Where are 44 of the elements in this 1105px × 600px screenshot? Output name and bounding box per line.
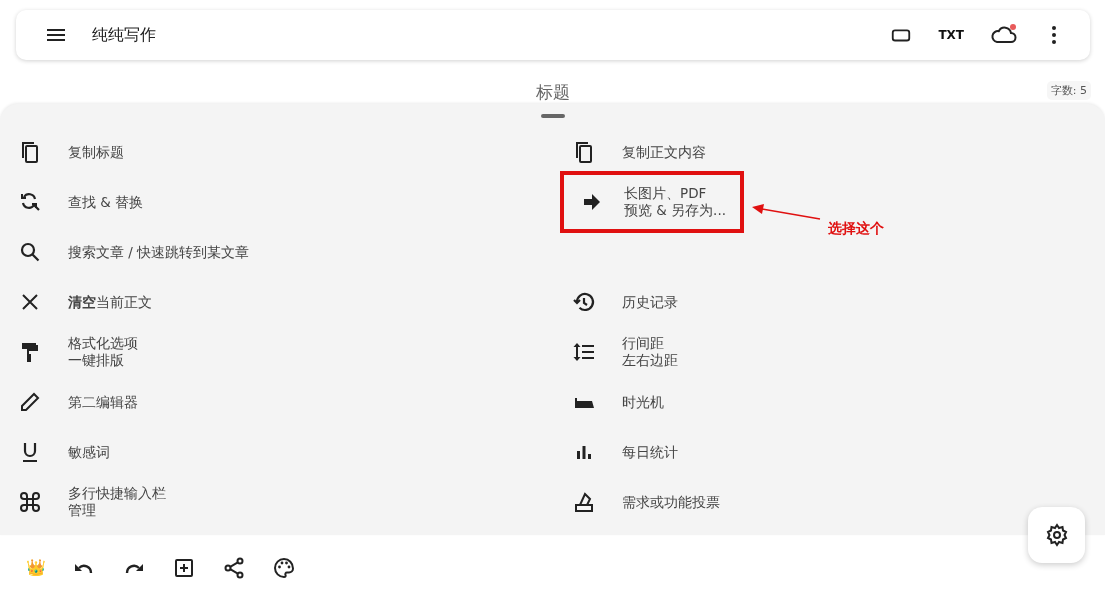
menu-label: 复制标题 (68, 143, 124, 161)
menu-item[interactable]: 多行快捷输入栏 管理 (0, 477, 552, 527)
menu-item[interactable]: 历史记录 (552, 277, 1105, 327)
menu-item[interactable]: 第二编辑器 (0, 377, 552, 427)
settings-button[interactable] (1028, 507, 1085, 563)
menu-label: 搜索文章 / 快速跳转到某文章 (68, 243, 250, 261)
menu-item[interactable]: 查找 & 替换 (0, 177, 552, 227)
menu-item[interactable]: 每日统计 (552, 427, 1105, 477)
menu-label: 每日统计 (622, 443, 678, 461)
menu-label: 清空当前正文 (68, 293, 152, 311)
command-icon (18, 490, 42, 514)
menu-label: 历史记录 (622, 293, 678, 311)
menu-label: 格式化选项 一键排版 (68, 335, 138, 369)
history-icon (572, 290, 596, 314)
search-icon (18, 240, 42, 264)
menu-item[interactable]: 复制标题 (0, 127, 552, 177)
menu-item[interactable]: 行间距 左右边距 (552, 327, 1105, 377)
menu-item[interactable]: 搜索文章 / 快速跳转到某文章 (0, 227, 552, 277)
txt-button[interactable]: TXT (936, 26, 966, 44)
app-title: 纯纯写作 (92, 24, 156, 46)
menu-item[interactable]: 时光机 (552, 377, 1105, 427)
menu-label: 长图片、PDF 预览 & 另存为... (624, 185, 726, 219)
menu-label: 需求或功能投票 (622, 493, 720, 511)
word-count: 字数: 5 (1046, 81, 1091, 100)
settings-icon (1044, 523, 1069, 547)
pencil-icon (18, 390, 42, 414)
menu-label: 复制正文内容 (622, 143, 706, 161)
menu-label: 敏感词 (68, 443, 110, 461)
drag-handle[interactable] (540, 114, 565, 118)
menu-item[interactable]: 格式化选项 一键排版 (0, 327, 552, 377)
menu-label: 多行快捷输入栏 管理 (68, 485, 166, 519)
menu-label: 时光机 (622, 393, 664, 411)
menu-item[interactable]: 敏感词 (0, 427, 552, 477)
menu-label: 行间距 左右边距 (622, 335, 678, 369)
annotation-arrow (752, 203, 822, 221)
palette-icon[interactable] (272, 555, 296, 580)
document-title[interactable]: 标题 (535, 81, 570, 104)
vote-icon (572, 490, 596, 514)
annotation-text: 选择这个 (828, 220, 884, 238)
menu-item[interactable]: 清空当前正文 (0, 277, 552, 327)
menu-item[interactable]: 需求或功能投票 (552, 477, 1105, 527)
menu-label: 第二编辑器 (68, 393, 138, 411)
menu-label: 查找 & 替换 (68, 193, 144, 211)
share-icon[interactable] (222, 555, 246, 580)
